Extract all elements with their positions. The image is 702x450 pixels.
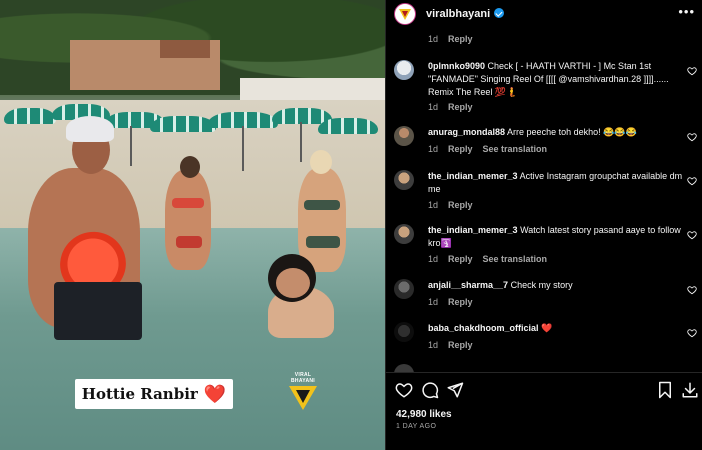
heart-icon[interactable] [395,381,413,399]
black-shorts [54,282,142,340]
reply-button[interactable]: Reply [448,254,473,264]
beach-umbrella [4,108,56,124]
see-translation-button[interactable]: See translation [483,254,548,264]
commenter-username[interactable]: the_indian_memer_3 [428,171,518,181]
commenter-username[interactable]: the_indian_memer_3 [428,225,518,235]
person-bikini-right [298,168,346,272]
comment-like-heart-icon[interactable] [687,285,697,295]
person-head [180,156,200,178]
watermark-text: VIRAL BHAYANI [291,372,315,384]
comment-text: Arre peeche toh dekho! 😂😂😂 [507,127,637,137]
post-sidebar: viralbhayani ••• 1d Reply 0plmnko9090 Ch… [385,0,702,450]
watermark-logo-icon [289,386,317,410]
more-horizontal-icon[interactable]: ••• [678,5,695,18]
reply-button[interactable]: Reply [448,340,473,350]
verified-badge-icon [494,8,505,18]
reply-button[interactable]: Reply [448,34,473,44]
comment-like-heart-icon[interactable] [687,132,697,142]
comment-item: baba_chakdhoom_official ❤️ 1d Reply [394,322,699,356]
post-actions: 42,980 likes 1 DAY AGO [386,372,702,450]
comment-body: anjali__sharma__7 Check my story [428,279,686,292]
post-header: viralbhayani ••• [386,0,702,28]
comment-time: 1d [428,254,439,264]
comments-list[interactable]: 1d Reply 0plmnko9090 Check [ - HAATH VAR… [386,28,702,372]
bikini-top [304,200,340,210]
caption-chip-text: Hottie Ranbir [81,385,198,403]
reply-button[interactable]: Reply [448,102,473,112]
viral-bhayani-logo-icon [399,8,411,20]
share-icon[interactable] [446,381,464,399]
umbrella-pole [300,122,302,162]
watermark: VIRAL BHAYANI [284,372,322,411]
comment-meta: 1d Reply [428,297,473,307]
comment-body: baba_chakdhoom_official ❤️ [428,322,686,335]
commenter-avatar[interactable] [394,60,414,80]
reply-button[interactable]: Reply [448,200,473,210]
comment-body: the_indian_memer_3 Watch latest story pa… [428,224,686,250]
comment-like-heart-icon[interactable] [687,328,697,338]
comment-time: 1d [428,144,439,154]
reply-button[interactable]: Reply [448,144,473,154]
comment-like-heart-icon[interactable] [687,66,697,76]
comment-time: 1d [428,102,439,112]
caption-chip: Hottie Ranbir ❤️ [75,379,233,409]
commenter-username[interactable]: baba_chakdhoom_official [428,323,539,333]
comment-meta: 1d Reply See translation [428,144,547,154]
person-head [310,150,332,174]
bikini-bottom [306,236,340,248]
comment-body: 0plmnko9090 Check [ - HAATH VARTHI - ] M… [428,60,686,99]
bookmark-icon[interactable] [656,381,674,399]
reply-button[interactable]: Reply [448,297,473,307]
commenter-username[interactable]: anjali__sharma__7 [428,280,508,290]
beach-umbrella [318,118,378,134]
comment-text: ❤️ [541,323,553,333]
umbrella-pole [242,126,244,171]
commenter-avatar[interactable] [394,279,414,299]
comment-meta: 1d Reply [428,102,473,112]
comment-time: 1d [428,34,439,44]
comment-time: 1d [428,340,439,350]
bikini-top [172,198,204,208]
comment-item: the_indian_memer_3 Active Instagram grou… [394,170,699,216]
comment-body: anurag_mondal88 Arre peeche toh dekho! 😂… [428,126,686,139]
comment-icon[interactable] [421,381,439,399]
red-heart-emoji-icon: ❤️ [203,383,227,405]
post-media[interactable]: Hottie Ranbir ❤️ VIRAL BHAYANI [0,0,385,450]
comment-meta: 1d Reply See translation [428,254,547,264]
comment-meta: 1d Reply [428,200,473,210]
person-face [276,268,310,298]
commenter-username[interactable]: 0plmnko9090 [428,61,485,71]
background-roof [160,40,210,58]
commenter-avatar[interactable] [394,322,414,342]
person-bikini-left [165,170,211,270]
posted-time: 1 DAY AGO [396,423,437,430]
comment-text: Check my story [510,280,573,290]
comment-like-heart-icon[interactable] [687,176,697,186]
comment-like-heart-icon[interactable] [687,230,697,240]
comment-time: 1d [428,297,439,307]
comment-item: the_indian_memer_3 Watch latest story pa… [394,224,699,270]
see-translation-button[interactable]: See translation [483,144,548,154]
comment-item: anurag_mondal88 Arre peeche toh dekho! 😂… [394,126,699,160]
comment-meta: 1d Reply [428,340,473,350]
author-username[interactable]: viralbhayani [426,8,505,20]
commenter-avatar[interactable] [394,170,414,190]
comment-body: the_indian_memer_3 Active Instagram grou… [428,170,686,196]
comment-meta: 1d Reply [428,34,473,44]
bikini-bottom [176,236,202,248]
comment-item: anjali__sharma__7 Check my story 1d Repl… [394,279,699,313]
commenter-avatar[interactable] [394,224,414,244]
commenter-avatar[interactable] [394,364,414,372]
download-icon[interactable] [681,381,699,399]
comment-time: 1d [428,200,439,210]
author-avatar[interactable] [394,3,416,25]
comment-item: 0plmnko9090 Check [ - HAATH VARTHI - ] M… [394,60,699,116]
beach-umbrella [150,116,216,132]
commenter-avatar[interactable] [394,126,414,146]
white-cap [66,116,114,142]
likes-count[interactable]: 42,980 likes [396,409,452,420]
commenter-username[interactable]: anurag_mondal88 [428,127,505,137]
umbrella-pole [130,126,132,166]
